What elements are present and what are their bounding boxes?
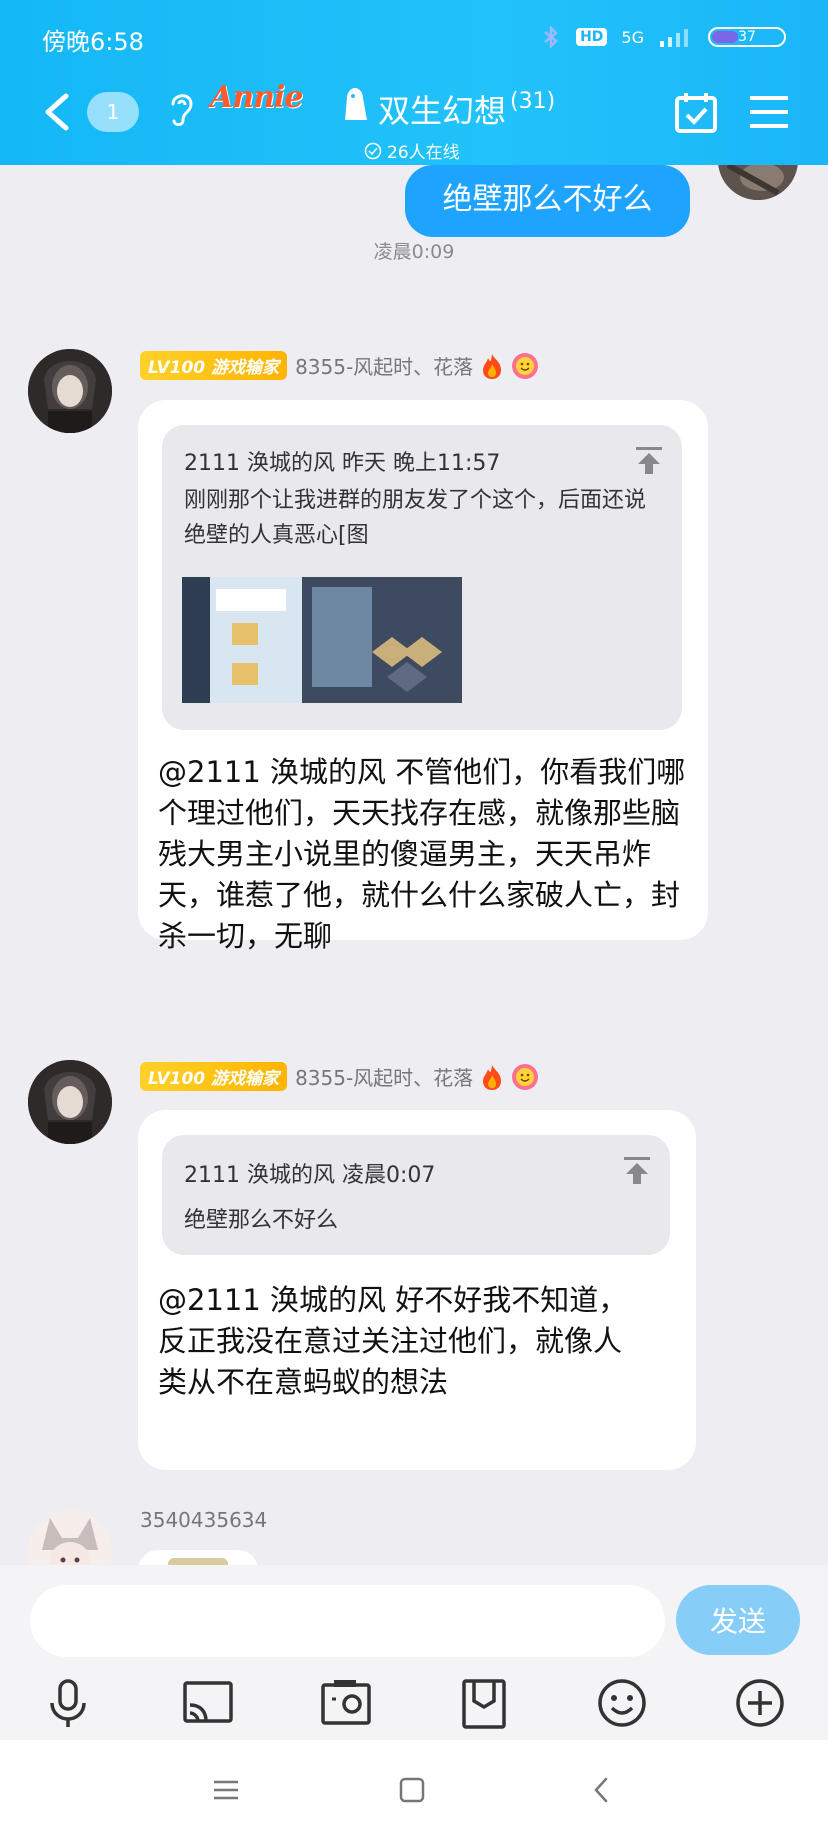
quoted-message[interactable]: 2111 涣城的风 凌晨0:07 绝壁那么不好么: [162, 1135, 670, 1255]
message-bubble[interactable]: 2111 涣城的风 凌晨0:07 绝壁那么不好么 @2111 涣城的风 好不好我…: [138, 1110, 696, 1470]
calendar-check-icon[interactable]: [674, 90, 718, 134]
quote-text: 刚刚那个让我进群的朋友发了个这个，后面还说绝壁的人真恶心[图: [184, 488, 647, 548]
sender-avatar[interactable]: [28, 1510, 112, 1565]
quoted-message[interactable]: 2111 涣城的风 昨天 晚上11:57 刚刚那个让我进群的朋友发了个这个，后面…: [162, 425, 682, 730]
group-title[interactable]: 双生幻想 (31): [378, 86, 555, 132]
sender-avatar[interactable]: [28, 349, 112, 433]
fire-icon: [483, 1064, 502, 1090]
signal-label: 5G: [621, 27, 644, 47]
message-meta: LV100 游戏输家 8355-风起时、花落: [140, 351, 539, 380]
online-count: 26人在线: [387, 143, 460, 163]
message-meta: LV100 游戏输家 8355-风起时、花落: [140, 1062, 539, 1091]
quote-time: 凌晨0:07: [341, 1163, 436, 1188]
upload-icon[interactable]: [622, 1155, 652, 1185]
hd-badge: HD: [576, 28, 608, 46]
system-nav-bar: [0, 1740, 828, 1840]
message-text: @2111 涣城的风 不管他们，你看我们哪个理过他们，天天找存在感，就像那些脑残…: [158, 755, 686, 953]
plus-icon[interactable]: [732, 1675, 788, 1731]
smile-emoji-icon: [512, 352, 539, 379]
cast-icon[interactable]: [180, 1675, 236, 1731]
group-avatar-icon: [345, 88, 367, 120]
upload-icon[interactable]: [634, 445, 664, 475]
quote-author: 2111 涣城的风: [184, 1163, 335, 1188]
nav-home-icon[interactable]: [396, 1774, 428, 1806]
sender-name[interactable]: 8355-风起时、花落: [295, 1062, 473, 1091]
status-time: 傍晚6:58: [42, 28, 144, 56]
online-status[interactable]: 26人在线: [364, 138, 460, 163]
emoji-icon[interactable]: [594, 1675, 650, 1731]
nav-back-icon[interactable]: [586, 1774, 618, 1806]
mailbox-icon[interactable]: [456, 1675, 512, 1731]
back-icon[interactable]: [40, 92, 74, 132]
status-icons: HD 5G 37: [540, 26, 786, 48]
time-separator: 凌晨0:09: [373, 241, 455, 263]
input-area: 发送: [0, 1565, 828, 1740]
message-input[interactable]: [30, 1585, 665, 1657]
quote-author: 2111 涣城的风: [184, 451, 335, 476]
sender-name[interactable]: 8355-风起时、花落: [295, 351, 473, 380]
my-message-bubble[interactable]: 绝壁那么不好么: [405, 165, 690, 237]
quote-text: 绝壁那么不好么: [184, 1208, 339, 1233]
ear-icon[interactable]: [165, 88, 197, 128]
online-check-icon: [364, 142, 382, 159]
level-badge: LV100 游戏输家: [140, 1062, 288, 1091]
fire-icon: [483, 353, 502, 379]
battery-indicator: 37: [708, 27, 786, 47]
quote-header: 2111 涣城的风 昨天 晚上11:57: [184, 445, 500, 477]
chat-header: 傍晚6:58 HD 5G 37 1 Annie 双生幻想 (31) 26人在线: [0, 0, 828, 165]
my-avatar[interactable]: [718, 165, 798, 200]
chat-messages[interactable]: 绝壁那么不好么 凌晨0:09 LV100 游戏输家 8355-风起时、花落 21…: [0, 165, 828, 1565]
quoted-image[interactable]: [182, 577, 462, 703]
message-text: @2111 涣城的风 好不好我不知道，反正我没在意过关注过他们，就像人类从不在意…: [158, 1283, 628, 1399]
sender-name[interactable]: 3540435634: [140, 1508, 267, 1532]
menu-icon[interactable]: [748, 95, 790, 129]
photo-icon[interactable]: [318, 1675, 374, 1731]
quote-time: 昨天 晚上11:57: [341, 451, 501, 476]
message-bubble-partial[interactable]: [138, 1550, 258, 1565]
quote-header: 2111 涣城的风 凌晨0:07: [184, 1157, 435, 1189]
bluetooth-icon: [544, 26, 558, 48]
battery-label: 37: [738, 29, 756, 45]
signal-icon: [660, 29, 688, 47]
send-button[interactable]: 发送: [676, 1585, 800, 1655]
nav-menu-icon[interactable]: [210, 1774, 242, 1806]
microphone-icon[interactable]: [40, 1675, 96, 1731]
smile-emoji-icon: [512, 1063, 539, 1090]
message-bubble[interactable]: 2111 涣城的风 昨天 晚上11:57 刚刚那个让我进群的朋友发了个这个，后面…: [138, 400, 708, 953]
member-count: (31): [510, 89, 556, 114]
level-badge: LV100 游戏输家: [140, 351, 288, 380]
sender-avatar[interactable]: [28, 1060, 112, 1144]
group-logo: Annie: [210, 80, 303, 115]
unread-count[interactable]: 1: [87, 92, 139, 132]
screenshot-thumbnail: [182, 577, 462, 703]
group-name: 双生幻想: [378, 92, 507, 130]
